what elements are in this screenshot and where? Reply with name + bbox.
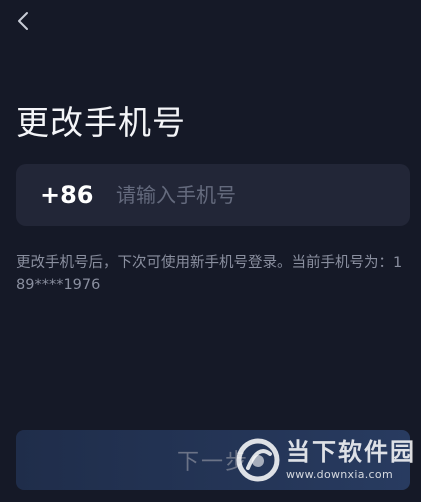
country-code[interactable]: +86 <box>40 181 100 209</box>
next-button[interactable]: 下一步 <box>16 430 410 490</box>
phone-field[interactable]: +86 <box>16 164 410 226</box>
back-button[interactable] <box>8 8 38 38</box>
chevron-left-icon <box>16 10 30 36</box>
phone-input[interactable] <box>116 164 410 226</box>
hint-text: 更改手机号后，下次可使用新手机号登录。当前手机号为：189****1976 <box>16 255 403 293</box>
page-title: 更改手机号 <box>16 103 186 142</box>
